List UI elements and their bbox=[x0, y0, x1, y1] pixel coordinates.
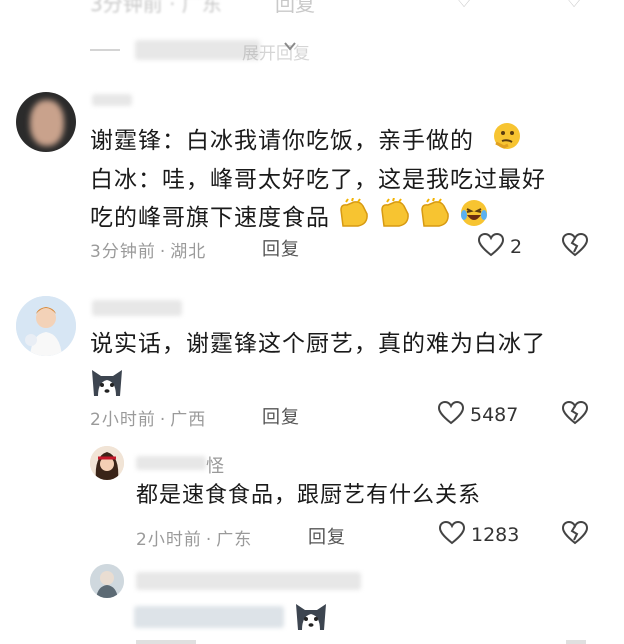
previous-comment-footer: 3分钟前 · 广东 回复 ♡ ♡ bbox=[90, 0, 610, 16]
reply-username-blurred[interactable] bbox=[136, 572, 361, 590]
reply-body: 都是速食食品，跟厨艺有什么关系 bbox=[136, 483, 482, 508]
reply-username-row[interactable]: 怪 bbox=[136, 452, 246, 477]
comment-location: 湖北 bbox=[170, 242, 207, 262]
comment-line: 谢霆锋：白冰我请你吃饭，亲手做的 bbox=[90, 121, 610, 162]
reply-time: 2小时前 bbox=[136, 530, 202, 550]
comment-footer: 2小时前 · 广西 回复 5487 bbox=[90, 400, 610, 430]
reply-avatar[interactable] bbox=[90, 446, 124, 480]
reply-meta: 2小时前 · 广东 bbox=[136, 530, 253, 550]
previous-broken-heart-icon[interactable]: ♡ bbox=[565, 0, 583, 12]
comment-body: 谢霆锋：白冰我请你吃饭，亲手做的 白冰：哇，峰哥太好吃了，这是我吃过最好 吃的峰… bbox=[90, 121, 610, 239]
clap-emoji bbox=[419, 197, 451, 239]
reply-text-blurred bbox=[134, 606, 284, 628]
previous-reply-button[interactable]: 回复 bbox=[275, 0, 315, 17]
like-button[interactable]: 5487 bbox=[437, 400, 519, 429]
heart-icon bbox=[438, 520, 466, 549]
comment-footer: 3分钟前 · 湖北 回复 2 bbox=[90, 232, 610, 262]
reply-body-partial bbox=[134, 600, 364, 634]
reply-username: 怪 bbox=[206, 456, 224, 477]
like-button[interactable]: 1283 bbox=[438, 520, 520, 549]
reply-footer: 2小时前 · 广东 回复 1283 bbox=[136, 520, 610, 550]
bottom-cutoff-footer bbox=[136, 636, 606, 644]
expand-label: 展开回复 bbox=[242, 44, 310, 64]
comment-meta: 2小时前 · 广西 bbox=[90, 410, 207, 430]
clap-emoji bbox=[338, 197, 370, 239]
avatar[interactable] bbox=[16, 296, 76, 356]
reply-button[interactable]: 回复 bbox=[262, 403, 300, 429]
comment-time: 2小时前 bbox=[90, 410, 156, 430]
heart-icon bbox=[437, 400, 465, 429]
like-count: 2 bbox=[510, 236, 523, 258]
like-button[interactable]: 2 bbox=[477, 232, 523, 261]
chevron-down-icon bbox=[282, 38, 298, 58]
clap-emoji bbox=[379, 197, 411, 239]
expand-line bbox=[90, 49, 120, 51]
thinking-emoji bbox=[492, 121, 522, 162]
previous-heart-icon[interactable]: ♡ bbox=[455, 0, 473, 12]
comment-line: 说实话，谢霆锋这个厨艺，真的难为白冰了 bbox=[90, 331, 546, 357]
like-count: 1283 bbox=[471, 524, 520, 546]
reply-avatar[interactable] bbox=[90, 564, 124, 598]
expand-replies-row[interactable]: 展开回复 bbox=[90, 36, 320, 64]
broken-heart-icon[interactable] bbox=[561, 520, 589, 549]
comment-line: 吃的峰哥旗下速度食品 bbox=[90, 197, 610, 239]
like-count: 5487 bbox=[470, 404, 519, 426]
husky-emoji bbox=[294, 600, 328, 636]
comment-time: 3分钟前 bbox=[90, 242, 156, 262]
reply-button[interactable]: 回复 bbox=[308, 523, 346, 549]
broken-heart-icon[interactable] bbox=[561, 232, 589, 261]
comment-meta: 3分钟前 · 湖北 bbox=[90, 242, 207, 262]
comment-location: 广西 bbox=[170, 410, 207, 430]
comment-username-blurred[interactable] bbox=[92, 94, 132, 106]
broken-heart-icon[interactable] bbox=[561, 400, 589, 429]
reply-location: 广东 bbox=[216, 530, 253, 550]
comment-username-blurred[interactable] bbox=[92, 300, 182, 316]
avatar[interactable] bbox=[16, 92, 76, 152]
heart-icon bbox=[477, 232, 505, 261]
comment-line: 白冰：哇，峰哥太好吃了，这是我吃过最好 bbox=[90, 167, 546, 193]
comment-body: 说实话，谢霆锋这个厨艺，真的难为白冰了 bbox=[90, 326, 610, 409]
previous-meta: 3分钟前 · 广东 bbox=[90, 0, 222, 16]
reply-username-blurred bbox=[136, 456, 206, 470]
reply-button[interactable]: 回复 bbox=[262, 235, 300, 261]
